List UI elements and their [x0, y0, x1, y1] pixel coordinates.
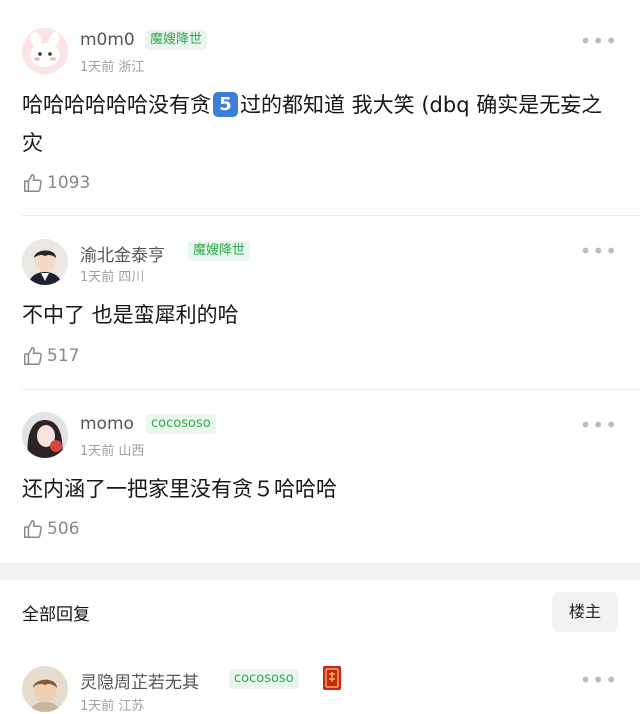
avatar-momo[interactable]: [22, 412, 68, 458]
avatar-lingyin[interactable]: [22, 666, 68, 712]
user-badge: 魔嫂降世: [188, 241, 251, 261]
like-button[interactable]: 1093: [22, 171, 90, 195]
red-medal-icon: [322, 665, 342, 691]
section-separator: [0, 563, 640, 580]
number-five-tile: 5: [213, 92, 238, 117]
comment-text: 还内涵了一把家里没有贪５哈哈哈: [22, 477, 337, 501]
more-dots-icon[interactable]: •••: [580, 670, 618, 690]
like-count: 1093: [47, 173, 91, 193]
like-button[interactable]: 506: [22, 517, 79, 541]
avatar-yubeijintaiheng[interactable]: [22, 239, 68, 285]
comment-3: momo cocososo 1天前 山西 ••• 还内涵了一把家里没有贪５哈哈哈…: [0, 390, 640, 563]
username[interactable]: 灵隐周芷若无其: [80, 668, 199, 693]
like-count: 517: [47, 346, 80, 366]
comment-meta: 1天前 江苏: [80, 699, 145, 714]
comment-meta: 1天前 山西: [80, 444, 145, 459]
username[interactable]: momo: [80, 414, 134, 434]
reply-1: 灵隐周芷若无其 cocososo 1天前 江苏 •••: [0, 650, 640, 714]
like-count: 506: [47, 519, 80, 539]
avatar-m0m0[interactable]: [22, 28, 68, 74]
thumbs-up-icon: [24, 347, 42, 365]
user-badge: cocososo: [229, 669, 299, 689]
comment-2: 渝北金泰亨 魔嫂降世 1天前 四川 ••• 不中了 也是蛮犀利的哈 517: [0, 216, 640, 390]
user-badge: cocososo: [146, 414, 216, 434]
username[interactable]: 渝北金泰亨: [80, 241, 165, 266]
more-dots-icon[interactable]: •••: [580, 415, 618, 435]
all-replies-heading: 全部回复: [22, 605, 90, 625]
comment-text-part1: 哈哈哈哈哈哈没有贪: [22, 93, 211, 117]
thumbs-up-icon: [24, 174, 42, 192]
comment-1: m0m0 魔嫂降世 1天前 浙江 ••• 哈哈哈哈哈哈没有贪 5 过的都知道 我大笑…: [0, 0, 640, 216]
like-button[interactable]: 517: [22, 344, 79, 368]
user-badge: 魔嫂降世: [145, 30, 208, 50]
op-filter-button[interactable]: 楼主: [552, 592, 618, 632]
comment-meta: 1天前 浙江: [80, 60, 145, 75]
username[interactable]: m0m0: [80, 30, 135, 50]
more-dots-icon[interactable]: •••: [580, 31, 618, 51]
comment-text: 哈哈哈哈哈哈没有贪 5 过的都知道 我大笑 (dbq 确实是无妄之灾: [22, 86, 618, 162]
comment-meta: 1天前 四川: [80, 270, 145, 285]
more-dots-icon[interactable]: •••: [580, 241, 618, 261]
thumbs-up-icon: [24, 520, 42, 538]
comment-text: 不中了 也是蛮犀利的哈: [22, 303, 239, 327]
